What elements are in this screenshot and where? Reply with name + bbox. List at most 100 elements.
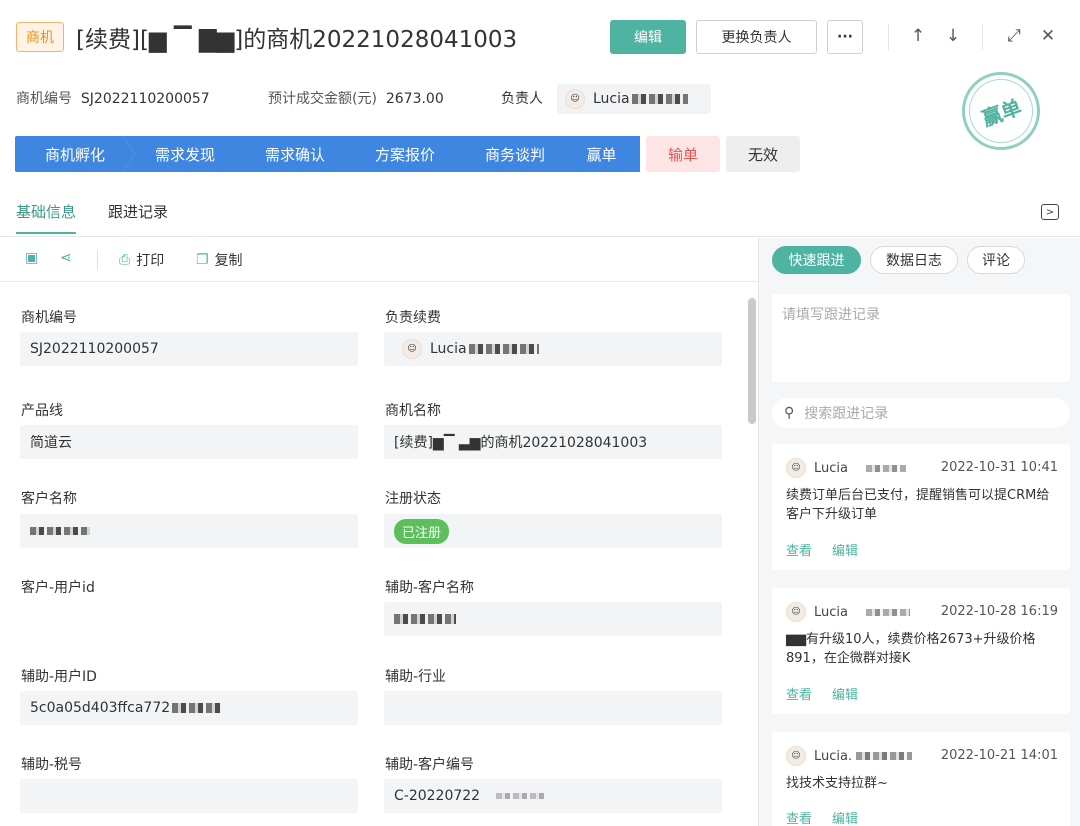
change-owner-button[interactable]: 更换负责人 [696, 20, 817, 54]
field-aux-customer-code[interactable]: C-20220722 [384, 779, 722, 813]
record-text: 续费订单后台已支付，提醒销售可以提CRM给客户下升级订单 [786, 488, 1050, 522]
tab-quick-follow[interactable]: 快速跟进 [772, 246, 861, 274]
lose-button[interactable]: 输单 [646, 136, 720, 172]
amount-label: 预计成交金额(元) [268, 91, 377, 107]
field-aux-user-id[interactable]: 5c0a05d403ffca772 [20, 691, 358, 725]
field-label: 注册状态 [385, 491, 441, 507]
redacted-text [496, 793, 545, 799]
redacted-text [394, 614, 456, 624]
opp-code-meta: 商机编号 SJ2022110200057 [16, 88, 210, 108]
header-divider [888, 24, 889, 50]
avatar: ☺ [565, 89, 585, 109]
field-aux-industry[interactable] [384, 691, 722, 725]
record-user-name: Lucia. [814, 748, 853, 764]
avatar: ☺ [786, 746, 806, 766]
field-label: 商机名称 [385, 403, 441, 419]
field-reg-status[interactable]: 已注册 [384, 514, 722, 548]
opp-code-value: SJ2022110200057 [80, 91, 210, 107]
record-user: ☺ Lucia. [786, 746, 913, 766]
record-edit-link[interactable]: 编辑 [832, 540, 858, 559]
field-product-line[interactable]: 简道云 [20, 425, 358, 459]
field-label: 客户名称 [21, 491, 77, 507]
field-opp-name[interactable]: [续费]▆▔ ▃▆的商机20221028041003 [384, 425, 722, 459]
aux-user-id-value: 5c0a05d403ffca772 [30, 700, 171, 716]
follow-record-card: ☺ Lucia. 2022-10-21 14:01 找技术支持拉群~ 查看 编辑 [772, 732, 1070, 826]
owner-chip[interactable]: ☺ Lucia [557, 84, 711, 114]
expand-icon[interactable]: ⤢ [1004, 26, 1024, 46]
won-stamp: 赢单 [959, 69, 1043, 153]
more-button[interactable]: ··· [827, 20, 863, 54]
collapse-panel-icon[interactable]: > [1041, 204, 1059, 220]
detail-toolbar: ▣ ⋖ ⎙ 打印 ❐ 复制 [0, 238, 758, 282]
follow-up-panel: 快速跟进 数据日志 评论 请填写跟进记录 ⚲ 搜索跟进记录 ☺ Lucia 20… [759, 238, 1080, 826]
tab-comments[interactable]: 评论 [967, 246, 1025, 274]
opp-code-label: 商机编号 [16, 91, 72, 107]
arrow-down-icon[interactable]: ↓ [943, 26, 963, 46]
note-icon[interactable]: ▣ [25, 250, 44, 266]
scrollbar[interactable] [748, 298, 756, 424]
stage-item[interactable]: 需求发现 [123, 136, 247, 172]
record-edit-link[interactable]: 编辑 [832, 684, 858, 703]
follow-record-card: ☺ Lucia 2022-10-28 16:19 ▆▆有升级10人，续费价格26… [772, 588, 1070, 714]
record-view-link[interactable]: 查看 [786, 540, 812, 559]
avatar: ☺ [786, 458, 806, 478]
record-user: ☺ Lucia [786, 458, 906, 478]
printer-icon: ⎙ [119, 252, 131, 268]
field-customer-name[interactable] [20, 514, 358, 548]
redacted-text [865, 464, 906, 472]
tab-data-log[interactable]: 数据日志 [870, 246, 958, 274]
owner-name: Lucia [593, 91, 630, 107]
field-aux-customer-name[interactable] [384, 602, 722, 636]
print-label: 打印 [136, 253, 165, 269]
redacted-text [468, 344, 539, 354]
status-badge: 已注册 [394, 518, 450, 544]
header-divider [982, 24, 983, 50]
follow-search-input[interactable]: ⚲ 搜索跟进记录 [772, 398, 1070, 428]
field-aux-tax[interactable] [20, 779, 358, 813]
won-stamp-text: 赢单 [959, 69, 1043, 153]
stage-item[interactable]: 需求确认 [233, 136, 357, 172]
detail-header: 商机 [续费][▆ ▔ ▇▆]的商机20221028041003 编辑 更换负责… [0, 0, 1080, 76]
tab-basic-info[interactable]: 基础信息 [16, 201, 77, 234]
void-button[interactable]: 无效 [726, 136, 800, 172]
stage-item[interactable]: 商机孵化 [15, 136, 135, 172]
field-label: 产品线 [21, 403, 63, 419]
stage-item[interactable]: 商务谈判 [453, 136, 577, 172]
toolbar-divider [97, 250, 98, 270]
copy-icon: ❐ [196, 252, 209, 268]
field-label: 辅助-客户编号 [385, 757, 475, 773]
record-user: ☺ Lucia [786, 602, 910, 622]
copy-label: 复制 [214, 253, 243, 269]
arrow-up-icon[interactable]: ↑ [908, 26, 928, 46]
share-icon[interactable]: ⋖ [60, 250, 78, 266]
amount-meta: 预计成交金额(元) 2673.00 [268, 88, 444, 108]
record-time: 2022-10-31 10:41 [940, 460, 1058, 475]
search-icon: ⚲ [784, 405, 795, 421]
avatar: ☺ [402, 339, 422, 359]
record-edit-link[interactable]: 编辑 [832, 808, 858, 826]
field-renewal-owner[interactable]: ☺ Lucia [384, 332, 722, 366]
stage-item[interactable]: 方案报价 [343, 136, 467, 172]
edit-button[interactable]: 编辑 [610, 20, 686, 54]
tab-follow-records[interactable]: 跟进记录 [108, 201, 168, 232]
page-title: [续费][▆ ▔ ▇▆]的商机20221028041003 [76, 27, 518, 53]
amount-value: 2673.00 [385, 91, 444, 107]
field-label: 客户-用户id [21, 580, 95, 596]
search-placeholder: 搜索跟进记录 [804, 406, 889, 422]
field-label: 负责续费 [385, 310, 441, 326]
close-icon[interactable]: ✕ [1038, 26, 1058, 46]
tabs-divider [0, 236, 1080, 237]
field-label: 辅助-客户名称 [385, 580, 475, 596]
redacted-text [30, 527, 90, 535]
record-time: 2022-10-21 14:01 [940, 748, 1058, 763]
print-button[interactable]: ⎙ 打印 [119, 250, 164, 270]
follow-record-card: ☺ Lucia 2022-10-31 10:41 续费订单后台已支付，提醒销售可… [772, 444, 1070, 570]
field-code[interactable]: SJ2022110200057 [20, 332, 358, 366]
aux-customer-code-value: C-20220722 [394, 788, 481, 804]
record-view-link[interactable]: 查看 [786, 684, 812, 703]
record-view-link[interactable]: 查看 [786, 808, 812, 826]
follow-note-input[interactable]: 请填写跟进记录 [772, 294, 1070, 382]
copy-button[interactable]: ❐ 复制 [196, 250, 243, 270]
record-user-name: Lucia [814, 460, 848, 476]
field-label: 商机编号 [21, 310, 77, 326]
